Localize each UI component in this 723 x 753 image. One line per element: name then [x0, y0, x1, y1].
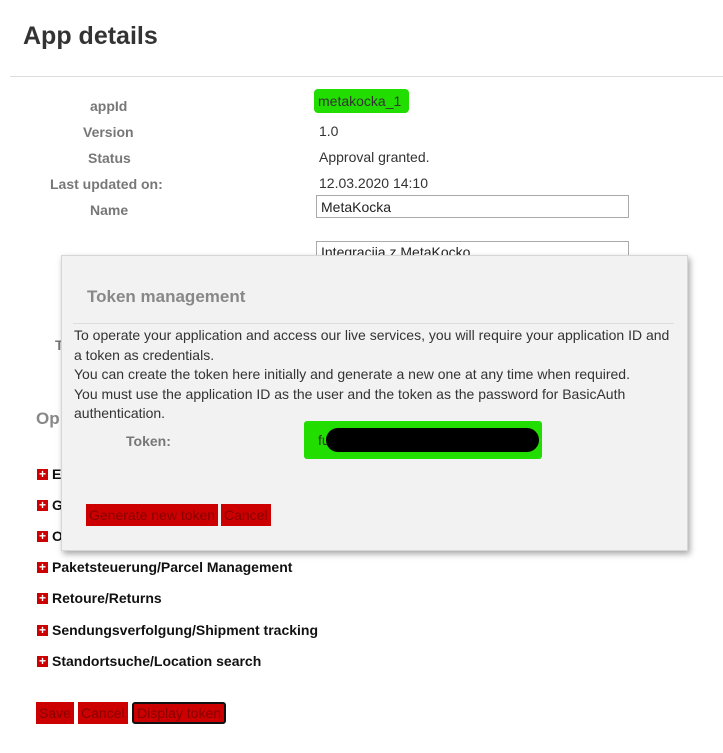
expand-icon[interactable]: + — [37, 561, 48, 573]
dialog-text-line: You must use the application ID as the u… — [74, 385, 626, 422]
operation-item-returns[interactable]: + Retoure/Returns — [37, 590, 162, 606]
save-button[interactable]: Save — [36, 702, 74, 724]
updated-label: Last updated on: — [50, 176, 163, 192]
token-field[interactable]: fu — [304, 421, 542, 459]
status-label: Status — [88, 150, 131, 166]
dialog-cancel-button[interactable]: Cancel — [221, 504, 271, 526]
operation-label: Standortsuche/Location search — [52, 653, 262, 669]
expand-icon[interactable]: + — [37, 624, 48, 636]
dialog-divider — [73, 323, 674, 324]
operation-item-location-search[interactable]: + Standortsuche/Location search — [37, 653, 261, 669]
expand-icon[interactable]: + — [37, 468, 48, 480]
expand-icon[interactable]: + — [37, 499, 48, 511]
operation-item[interactable]: + E — [37, 466, 61, 482]
appid-label: appId — [90, 98, 128, 114]
expand-icon[interactable]: + — [37, 592, 48, 604]
operation-label: Retoure/Returns — [52, 590, 162, 606]
operations-heading: Op — [36, 409, 60, 428]
name-label: Name — [90, 202, 129, 218]
version-value: 1.0 — [319, 123, 339, 139]
status-value: Approval granted. — [319, 149, 430, 165]
operation-item[interactable]: + G — [37, 497, 63, 513]
operation-item-shipment-tracking[interactable]: + Sendungsverfolgung/Shipment tracking — [37, 622, 318, 638]
expand-icon[interactable]: + — [37, 655, 48, 667]
name-input[interactable]: MetaKocka — [316, 195, 629, 218]
appid-highlight: metakocka_1 — [314, 89, 410, 113]
operation-label: Paketsteuerung/Parcel Management — [52, 559, 293, 575]
dialog-text-line: To operate your application and access o… — [74, 327, 670, 363]
operation-label: Sendungsverfolgung/Shipment tracking — [52, 622, 319, 638]
title-divider — [10, 76, 723, 77]
token-label: Token: — [126, 433, 171, 449]
appid-value: metakocka_1 — [314, 89, 410, 113]
version-label: Version — [83, 124, 134, 140]
page-title: App details — [23, 22, 158, 50]
dialog-description: To operate your application and access o… — [74, 326, 679, 424]
token-redaction — [326, 428, 539, 452]
token-management-dialog: Token management To operate your applica… — [61, 255, 688, 551]
cancel-button[interactable]: Cancel — [78, 702, 128, 724]
dialog-title: Token management — [87, 287, 246, 306]
operation-item[interactable]: + O — [37, 528, 63, 544]
operation-label: E — [52, 466, 62, 482]
dialog-text-line: You can create the token here initially … — [74, 366, 630, 383]
expand-icon[interactable]: + — [37, 530, 48, 542]
display-token-button[interactable]: Display token — [132, 702, 227, 724]
generate-token-button[interactable]: Generate new token — [86, 504, 219, 526]
updated-value: 12.03.2020 14:10 — [319, 175, 428, 191]
app-details-page: App details appId metakocka_1 Version 1.… — [0, 0, 723, 753]
operation-item-parcel-management[interactable]: + Paketsteuerung/Parcel Management — [37, 559, 292, 575]
